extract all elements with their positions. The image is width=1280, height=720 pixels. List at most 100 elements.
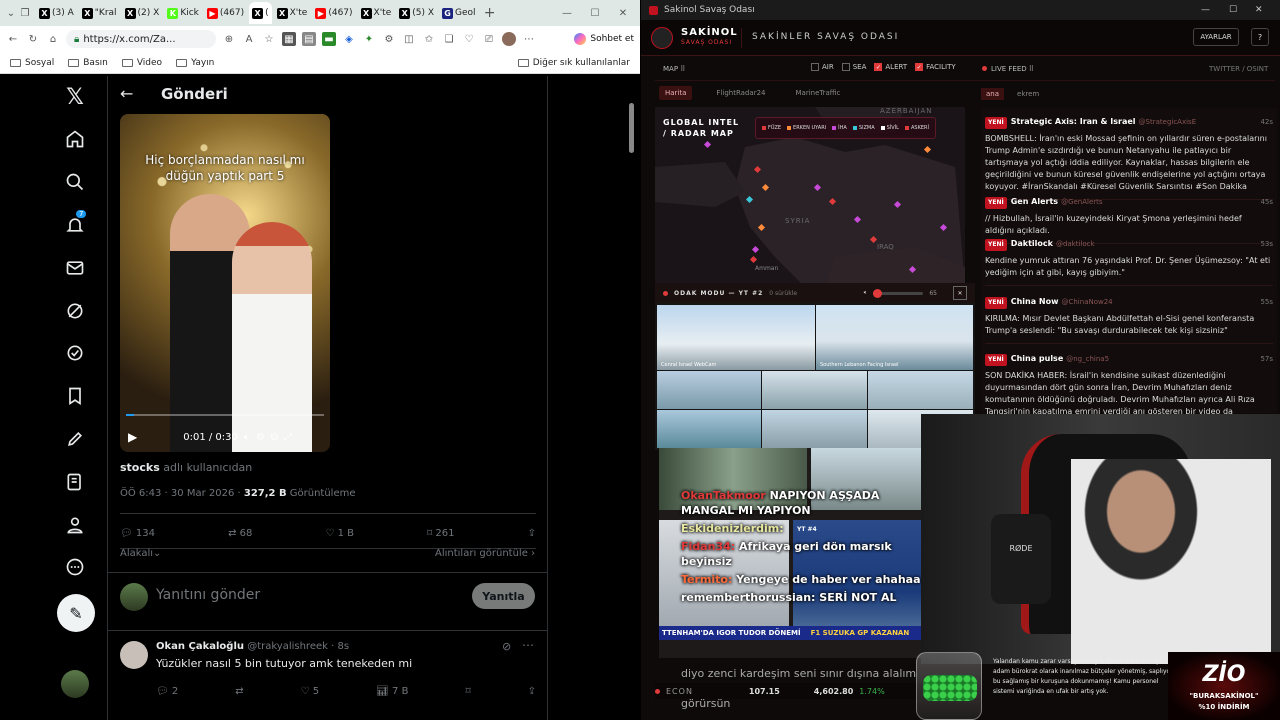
reply-time[interactable]: · 8s	[331, 641, 349, 652]
miniplayer-icon[interactable]: ⧉	[271, 432, 278, 443]
feed-handle[interactable]: @ChinaNow24	[1061, 298, 1112, 306]
video-player[interactable]: Hiç borçlanmadan nasıl mı düğün yaptık p…	[120, 114, 330, 452]
bookmark-action[interactable]: ⌑ 261	[427, 528, 454, 539]
radar-map[interactable]: GLOBAL INTEL / RADAR MAP FÜZE ERKEN UYARI…	[655, 107, 965, 287]
repost-action[interactable]: ⇄ 68	[228, 528, 252, 539]
browser-tab[interactable]: X X'te	[274, 2, 311, 24]
feed-handle[interactable]: @StrategicAxisE	[1139, 118, 1197, 126]
filter-checkbox[interactable]: SEA	[841, 63, 866, 71]
close-window-button[interactable]: ✕	[616, 6, 630, 20]
extension-3-icon[interactable]: ▬	[322, 32, 336, 46]
feed-author[interactable]: China Now	[1011, 297, 1059, 306]
feed-tab[interactable]: ekrem	[1012, 88, 1044, 100]
filter-checkbox[interactable]: ✓ FACILITY	[915, 63, 956, 71]
feed-handle[interactable]: @daktilock	[1056, 240, 1095, 248]
minimize-button[interactable]: —	[1201, 5, 1210, 15]
filter-checkbox[interactable]: AIR	[811, 63, 834, 71]
bookmarks-nav-icon[interactable]	[62, 383, 88, 409]
favorite-star-icon[interactable]: ☆	[262, 32, 276, 46]
bookmark-folder[interactable]: Video	[121, 58, 162, 68]
home-nav-icon[interactable]	[62, 126, 88, 152]
new-tab-button[interactable]: +	[483, 5, 497, 21]
notifications-nav-icon[interactable]: 7	[62, 210, 88, 238]
video-progress-bar[interactable]	[126, 414, 324, 416]
search-nav-icon[interactable]	[62, 169, 88, 195]
feed-author[interactable]: Gen Alerts	[1011, 197, 1058, 206]
compose-post-button[interactable]: ✎	[57, 594, 95, 632]
focus-cam-3[interactable]	[657, 371, 761, 409]
home-icon[interactable]: ⌂	[46, 32, 60, 46]
premium-nav-icon[interactable]	[62, 340, 88, 366]
focus-cam-7[interactable]	[762, 410, 867, 448]
browser-tab[interactable]: G Geol	[439, 2, 479, 24]
articles-nav-icon[interactable]	[62, 469, 88, 495]
extension-1-icon[interactable]: ▦	[282, 32, 296, 46]
browser-tab[interactable]: X (2) X	[122, 2, 163, 24]
post-time[interactable]: ÖÖ 6:43 · 30 Mar 2026 ·	[120, 488, 244, 499]
quotes-link[interactable]: Alıntıları görüntüle ›	[435, 548, 535, 559]
profile-nav-icon[interactable]	[62, 512, 88, 538]
refresh-icon[interactable]: ↻	[26, 32, 40, 46]
reply-tweet-avatar[interactable]	[120, 641, 148, 669]
copilot-button[interactable]: Sohbet et	[574, 33, 634, 45]
tab-actions-icon[interactable]: ⌄	[4, 6, 18, 20]
reply-button[interactable]: Yanıtla	[472, 583, 535, 609]
feed-handle[interactable]: @GenAlerts	[1061, 198, 1102, 206]
extensions-icon[interactable]: ⚙	[382, 32, 396, 46]
feed-handle[interactable]: @ng_china5	[1066, 355, 1109, 363]
browser-tab[interactable]: X "Kral	[79, 2, 120, 24]
more-icon[interactable]: ⋯	[522, 638, 534, 652]
focus-cam-5[interactable]	[868, 371, 973, 409]
more-nav-icon[interactable]	[62, 554, 88, 580]
bookmark-folder[interactable]: Sosyal	[10, 58, 54, 68]
map-tab[interactable]: Harita	[659, 86, 693, 100]
grok-nav-icon[interactable]	[62, 298, 88, 324]
favorites-icon[interactable]: ✩	[422, 32, 436, 46]
volume-icon[interactable]: 🔈︎	[244, 432, 250, 443]
focus-cam-4[interactable]	[762, 371, 867, 409]
browser-tab[interactable]: X X'te	[358, 2, 395, 24]
browser-tab[interactable]: K Kick	[164, 2, 202, 24]
close-window-button[interactable]: ✕	[1255, 5, 1263, 15]
feed-item[interactable]: YENİ China Now @ChinaNow24 55s KIRILMA: Mısı…	[985, 296, 1273, 344]
x-logo-icon[interactable]: 𝕏	[62, 84, 88, 110]
minimize-button[interactable]: —	[560, 6, 574, 20]
back-arrow-icon[interactable]: ←	[120, 84, 133, 103]
browser-essentials-icon[interactable]: ♡	[462, 32, 476, 46]
feed-tab[interactable]: ana	[981, 88, 1005, 100]
feed-author[interactable]: China pulse	[1011, 354, 1064, 363]
reply-tweet[interactable]: Okan Çakaloğlu @trakyalishreek · 8s ⊘ ⋯ …	[108, 631, 548, 720]
source-user-link[interactable]: stocks	[120, 461, 160, 474]
volume-icon[interactable]: 🔈︎	[864, 289, 868, 297]
sort-dropdown[interactable]: Alakalı⌄	[120, 548, 161, 559]
bookmark-folder[interactable]: Basın	[68, 58, 108, 68]
url-field[interactable]: 🔒︎ https://x.com/Za...	[66, 30, 216, 48]
feed-item[interactable]: YENİ Daktilock @daktilock 53s Kendine yumruk…	[985, 238, 1273, 286]
reply-action[interactable]: 💬︎ 134	[120, 528, 155, 539]
extension-2-icon[interactable]: ▤	[302, 32, 316, 46]
account-avatar[interactable]	[61, 670, 89, 698]
reply-bookmark-icon[interactable]: ⌑	[465, 686, 470, 697]
browser-tab[interactable]: X(	[249, 2, 272, 24]
profile-avatar[interactable]	[502, 32, 516, 46]
grok-icon[interactable]: ⊘	[502, 640, 511, 653]
feed-item[interactable]: YENİ Strategic Axis: Iran & Israel @Strate…	[985, 116, 1273, 200]
reply-reply-action[interactable]: 💬︎ 2	[156, 686, 178, 697]
play-icon[interactable]: ▶	[128, 430, 137, 444]
browser-tab[interactable]: ▶ (467)	[204, 2, 247, 24]
map-tab[interactable]: MarineTraffic	[789, 86, 846, 100]
other-bookmarks[interactable]: Diğer sık kullanılanlar	[517, 58, 630, 68]
maximize-button[interactable]: ☐	[1229, 5, 1237, 15]
extension-4-icon[interactable]: ◈	[342, 32, 356, 46]
settings-button[interactable]: AYARLAR	[1193, 28, 1239, 46]
feed-author[interactable]: Daktilock	[1011, 239, 1053, 248]
reply-views-action[interactable]: 📊︎ 7 B	[376, 686, 408, 697]
browser-tab[interactable]: X (3) A	[36, 2, 77, 24]
live-feed-list[interactable]: YENİ Strategic Axis: Iran & Israel @Strate…	[981, 108, 1277, 437]
filter-checkbox[interactable]: ✓ ALERT	[874, 63, 907, 71]
page-scrollbar[interactable]	[627, 98, 635, 698]
more-menu-icon[interactable]: ⋯	[522, 32, 536, 46]
focus-cam-6[interactable]	[657, 410, 761, 448]
fullscreen-icon[interactable]: ⤢	[284, 432, 292, 443]
feed-author[interactable]: Strategic Axis: Iran & Israel	[1011, 117, 1136, 126]
